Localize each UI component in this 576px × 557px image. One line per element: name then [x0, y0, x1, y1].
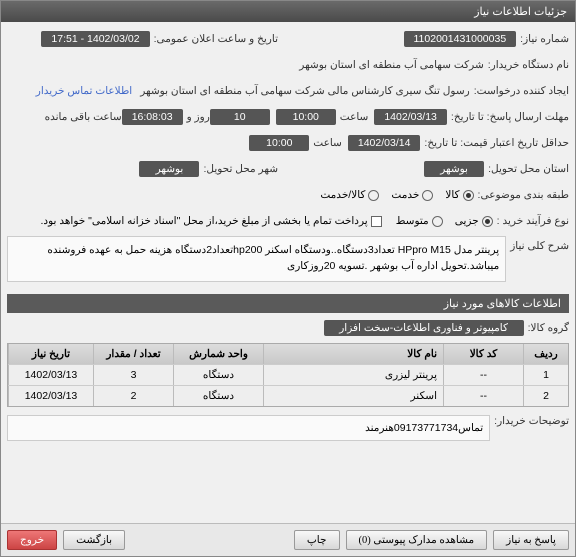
- exec-province-value: بوشهر: [424, 161, 484, 177]
- radio-partial[interactable]: جزیی: [455, 215, 493, 227]
- th-date: تاریخ نیاز: [8, 344, 93, 364]
- th-qty: تعداد / مقدار: [93, 344, 173, 364]
- th-code: کد کالا: [443, 344, 523, 364]
- window-title: جزئیات اطلاعات نیاز: [474, 6, 567, 18]
- need-number-value: 1102001431000035: [404, 31, 517, 47]
- remaining-time: 16:08:03: [122, 109, 183, 125]
- back-button[interactable]: بازگشت: [63, 530, 125, 550]
- remaining-label: ساعت باقی مانده: [45, 111, 122, 123]
- table-row[interactable]: 1 -- پرینتر لیزری دستگاه 3 1402/03/13: [8, 364, 568, 385]
- desc-label: شرح کلی نیاز: [510, 236, 569, 252]
- contact-link[interactable]: اطلاعات تماس خریدار: [36, 85, 132, 97]
- buyer-note-text: تماس09173771734هنرمند: [7, 415, 490, 441]
- th-row: ردیف: [523, 344, 568, 364]
- need-number-label: شماره نیاز:: [520, 33, 569, 45]
- table-row[interactable]: 2 -- اسکنر دستگاه 2 1402/03/13: [8, 385, 568, 406]
- radio-goods-service[interactable]: کالا/خدمت: [320, 189, 379, 201]
- buyer-note-label: توضیحات خریدار:: [494, 415, 569, 427]
- items-table: ردیف کد کالا نام کالا واحد شمارش تعداد /…: [7, 343, 569, 407]
- radio-dot-icon: [368, 190, 379, 201]
- radio-goods[interactable]: کالا: [445, 189, 473, 201]
- check-treasury[interactable]: پرداخت تمام یا بخشی از مبلغ خرید،از محل …: [41, 215, 382, 227]
- category-label: طبقه بندی موضوعی:: [478, 189, 569, 201]
- exec-city-value: بوشهر: [139, 161, 199, 177]
- buyer-value: شرکت سهامی آب منطقه ای استان بوشهر: [299, 59, 483, 71]
- print-button[interactable]: چاپ: [294, 530, 340, 550]
- requester-value: رسول تنگ سیری کارشناس مالی شرکت سهامی آب…: [140, 85, 469, 97]
- radio-medium[interactable]: متوسط: [396, 215, 443, 227]
- radio-dot-icon: [432, 216, 443, 227]
- desc-text: پرینتر مدل HPpro M15 تعداد3دستگاه..ودستگ…: [7, 236, 506, 282]
- exit-button[interactable]: خروج: [7, 530, 57, 550]
- group-value: کامپیوتر و فناوری اطلاعات-سخت افزار: [324, 320, 524, 336]
- th-unit: واحد شمارش: [173, 344, 263, 364]
- items-section-title: اطلاعات کالاهای مورد نیاز: [7, 294, 569, 313]
- footer-bar: پاسخ به نیاز مشاهده مدارک پیوستی (0) چاپ…: [1, 523, 575, 556]
- window-header: جزئیات اطلاعات نیاز: [1, 1, 575, 22]
- validity-date: 1402/03/14: [348, 135, 421, 151]
- th-name: نام کالا: [263, 344, 443, 364]
- validity-time-label: ساعت: [313, 137, 342, 149]
- attachments-button[interactable]: مشاهده مدارک پیوستی (0): [346, 530, 488, 550]
- radio-dot-icon: [422, 190, 433, 201]
- checkbox-icon: [371, 216, 382, 227]
- reply-button[interactable]: پاسخ به نیاز: [493, 530, 569, 550]
- deadline-time-label: ساعت: [340, 111, 369, 123]
- group-label: گروه کالا:: [528, 322, 569, 334]
- duration-label: روز و: [187, 111, 210, 123]
- duration-value: 10: [210, 109, 270, 125]
- radio-dot-icon: [463, 190, 474, 201]
- deadline-send-date: 1402/03/13: [374, 109, 447, 125]
- announce-value: 1402/03/02 - 17:51: [41, 31, 149, 47]
- exec-province-label: استان محل تحویل:: [488, 163, 569, 175]
- process-label: نوع فرآیند خرید :: [497, 215, 569, 227]
- content-area: شماره نیاز: 1102001431000035 تاریخ و ساع…: [1, 22, 575, 451]
- category-radio-group: کالا خدمت کالا/خدمت: [320, 189, 473, 201]
- radio-service[interactable]: خدمت: [391, 189, 433, 201]
- validity-time: 10:00: [249, 135, 309, 151]
- requester-label: ایجاد کننده درخواست:: [474, 85, 569, 97]
- table-header-row: ردیف کد کالا نام کالا واحد شمارش تعداد /…: [8, 344, 568, 364]
- validity-label: حداقل تاریخ اعتبار قیمت: تا تاریخ:: [424, 137, 569, 149]
- payment-note: پرداخت تمام یا بخشی از مبلغ خرید،از محل …: [41, 215, 368, 227]
- deadline-send-time: 10:00: [276, 109, 336, 125]
- deadline-send-label: مهلت ارسال پاسخ: تا تاریخ:: [451, 111, 569, 123]
- need-details-window: جزئیات اطلاعات نیاز شماره نیاز: 11020014…: [0, 0, 576, 557]
- announce-label: تاریخ و ساعت اعلان عمومی:: [154, 33, 278, 45]
- exec-city-label: شهر محل تحویل:: [203, 163, 278, 175]
- buyer-label: نام دستگاه خریدار:: [488, 59, 569, 71]
- radio-dot-icon: [482, 216, 493, 227]
- process-radio-group: جزیی متوسط: [396, 215, 493, 227]
